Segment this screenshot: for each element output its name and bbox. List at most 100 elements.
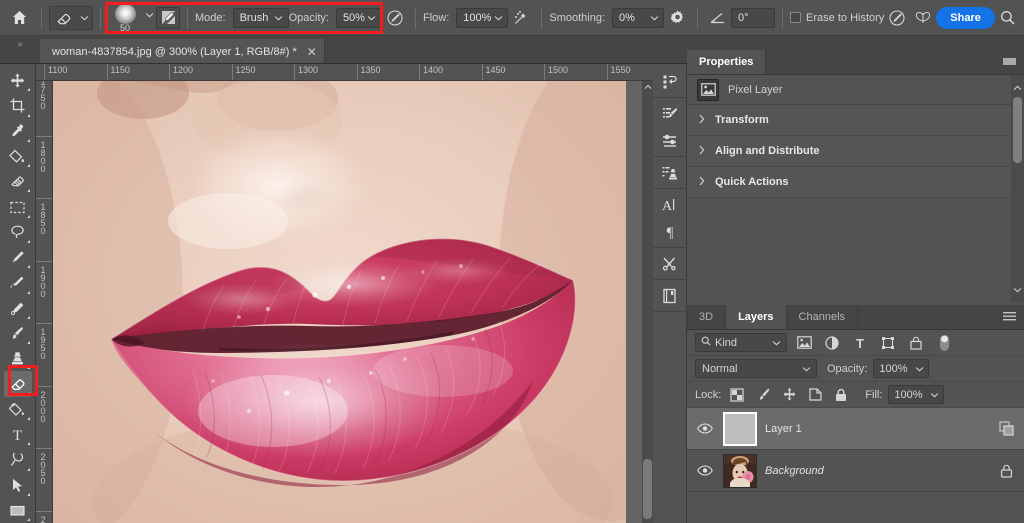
pen-tool[interactable] (4, 447, 32, 472)
panel-menu-icon[interactable] (1003, 311, 1016, 325)
brush-preset-picker-icon[interactable] (156, 7, 180, 29)
brush-settings-panel-icon[interactable] (656, 100, 684, 127)
gradient-tool[interactable] (4, 397, 32, 422)
brush-picker-caret-icon[interactable] (142, 4, 156, 26)
table-row[interactable]: Layer 1 (687, 408, 1024, 450)
section-transform[interactable]: Transform (687, 105, 1024, 136)
history-panel-icon[interactable] (656, 68, 684, 95)
section-label: Align and Distribute (715, 145, 820, 157)
lock-artboard-nesting-icon[interactable] (805, 385, 825, 405)
eraser-tool-well[interactable] (49, 6, 93, 30)
scroll-up-icon[interactable] (1011, 81, 1024, 94)
ruler-tick-label: 1250 (236, 65, 256, 75)
quick-selection-tool[interactable] (4, 270, 32, 295)
pressure-controls-opacity-icon[interactable] (382, 5, 408, 31)
close-icon[interactable]: ✕ (306, 47, 318, 57)
search-icon[interactable] (995, 5, 1021, 31)
adjustments-panel-icon[interactable] (656, 127, 684, 154)
eyedropper-tool[interactable] (4, 119, 32, 144)
canvas-vertical-scrollbar[interactable] (642, 81, 653, 523)
layers-opacity-input[interactable]: 100% (873, 359, 929, 378)
eraser-alt-tool[interactable] (4, 169, 32, 194)
filter-pixel-icon[interactable] (793, 333, 815, 353)
path-selection-tool[interactable] (4, 473, 32, 498)
panel-menu-icon[interactable] (1003, 56, 1016, 70)
scrollbar-thumb[interactable] (643, 459, 652, 519)
clone-source-panel-icon[interactable] (656, 159, 684, 186)
tool-presets-panel-icon[interactable] (656, 250, 684, 277)
filter-smart-object-icon[interactable] (905, 333, 927, 353)
brush-tool[interactable] (4, 321, 32, 346)
healing-brush-tool[interactable] (4, 245, 32, 270)
character-panel-icon[interactable]: A (656, 191, 684, 218)
opacity-input[interactable]: 50% (336, 8, 382, 28)
home-icon[interactable] (4, 5, 34, 31)
section-quick-actions[interactable]: Quick Actions (687, 167, 1024, 198)
scroll-down-icon[interactable] (1011, 283, 1024, 296)
rectangle-tool[interactable] (4, 498, 32, 523)
smoothing-options-gear-icon[interactable] (664, 5, 690, 31)
lock-transparent-pixels-icon[interactable] (727, 385, 747, 405)
horizontal-ruler: 1100115012001250130013501400145015001550 (36, 64, 653, 81)
layer-thumbnail[interactable] (723, 454, 757, 488)
ruler-tick: 1450 (482, 64, 483, 81)
layer-visibility-eye-icon[interactable] (695, 419, 715, 439)
filter-type-icon[interactable]: T (849, 333, 871, 353)
share-button[interactable]: Share (936, 7, 995, 29)
lock-position-icon[interactable] (779, 385, 799, 405)
filter-toggle-icon[interactable] (933, 333, 955, 353)
layer-filter-kind-select[interactable]: Kind (695, 333, 787, 352)
erase-to-history-checkbox[interactable]: Erase to History (790, 12, 884, 24)
filter-adjustment-icon[interactable] (821, 333, 843, 353)
tab-channels[interactable]: Channels (787, 305, 858, 329)
eraser-tool-caret-icon[interactable] (77, 7, 91, 29)
eraser-tool-icon[interactable] (51, 7, 77, 29)
lock-all-icon[interactable] (831, 385, 851, 405)
clone-stamp-tool[interactable] (4, 346, 32, 371)
filter-shape-icon[interactable] (877, 333, 899, 353)
angle-input[interactable]: 0° (731, 8, 775, 28)
scrollbar-thumb[interactable] (1013, 97, 1022, 163)
crop-tool[interactable] (4, 93, 32, 118)
document-canvas[interactable] (53, 81, 642, 523)
chevron-down-icon (927, 384, 941, 406)
panel-expander-icon[interactable]: » (0, 35, 40, 63)
link-mask-icon[interactable] (996, 419, 1016, 439)
document-tab[interactable]: woman-4837854.jpg @ 300% (Layer 1, RGB/8… (40, 39, 325, 63)
paragraph-panel-icon[interactable]: ¶ (656, 218, 684, 245)
section-align-and-distribute[interactable]: Align and Distribute (687, 136, 1024, 167)
airbrush-icon[interactable] (508, 5, 534, 31)
tab-3d[interactable]: 3D (687, 305, 726, 329)
flow-input[interactable]: 100% (456, 8, 508, 28)
layer-name[interactable]: Background (765, 465, 988, 477)
tool-more-indicator (27, 291, 30, 294)
scroll-up-icon[interactable] (642, 81, 653, 92)
properties-scrollbar[interactable] (1011, 75, 1024, 302)
brush-size-preview[interactable]: 50 (108, 3, 142, 33)
brush-angle-icon[interactable] (705, 5, 731, 31)
lasso-tool[interactable] (4, 220, 32, 245)
rectangular-marquee-tool[interactable] (4, 194, 32, 219)
smoothing-input[interactable]: 0% (612, 8, 664, 28)
pressure-controls-size-icon[interactable] (884, 5, 910, 31)
lock-image-pixels-icon[interactable] (753, 385, 773, 405)
libraries-panel-icon[interactable] (656, 282, 684, 309)
layer-visibility-eye-icon[interactable] (695, 461, 715, 481)
paint-bucket-tool[interactable] (4, 144, 32, 169)
butterfly-icon[interactable] (910, 5, 936, 31)
lock-icon[interactable] (996, 461, 1016, 481)
ruler-tick-label: 1150 (111, 65, 130, 75)
move-tool[interactable] (4, 68, 32, 93)
patch-tool[interactable] (4, 296, 32, 321)
table-row[interactable]: Background (687, 450, 1024, 492)
tab-layers[interactable]: Layers (726, 305, 786, 329)
ruler-tick-label: 1450 (486, 65, 506, 75)
mode-select[interactable]: Brush (233, 8, 289, 28)
blend-mode-select[interactable]: Normal (695, 359, 817, 378)
fill-input[interactable]: 100% (888, 385, 944, 404)
tab-properties[interactable]: Properties (687, 50, 766, 74)
layer-name[interactable]: Layer 1 (765, 423, 988, 435)
type-tool[interactable]: T (4, 422, 32, 447)
layer-thumbnail[interactable] (723, 412, 757, 446)
eraser-tool[interactable] (4, 371, 32, 396)
